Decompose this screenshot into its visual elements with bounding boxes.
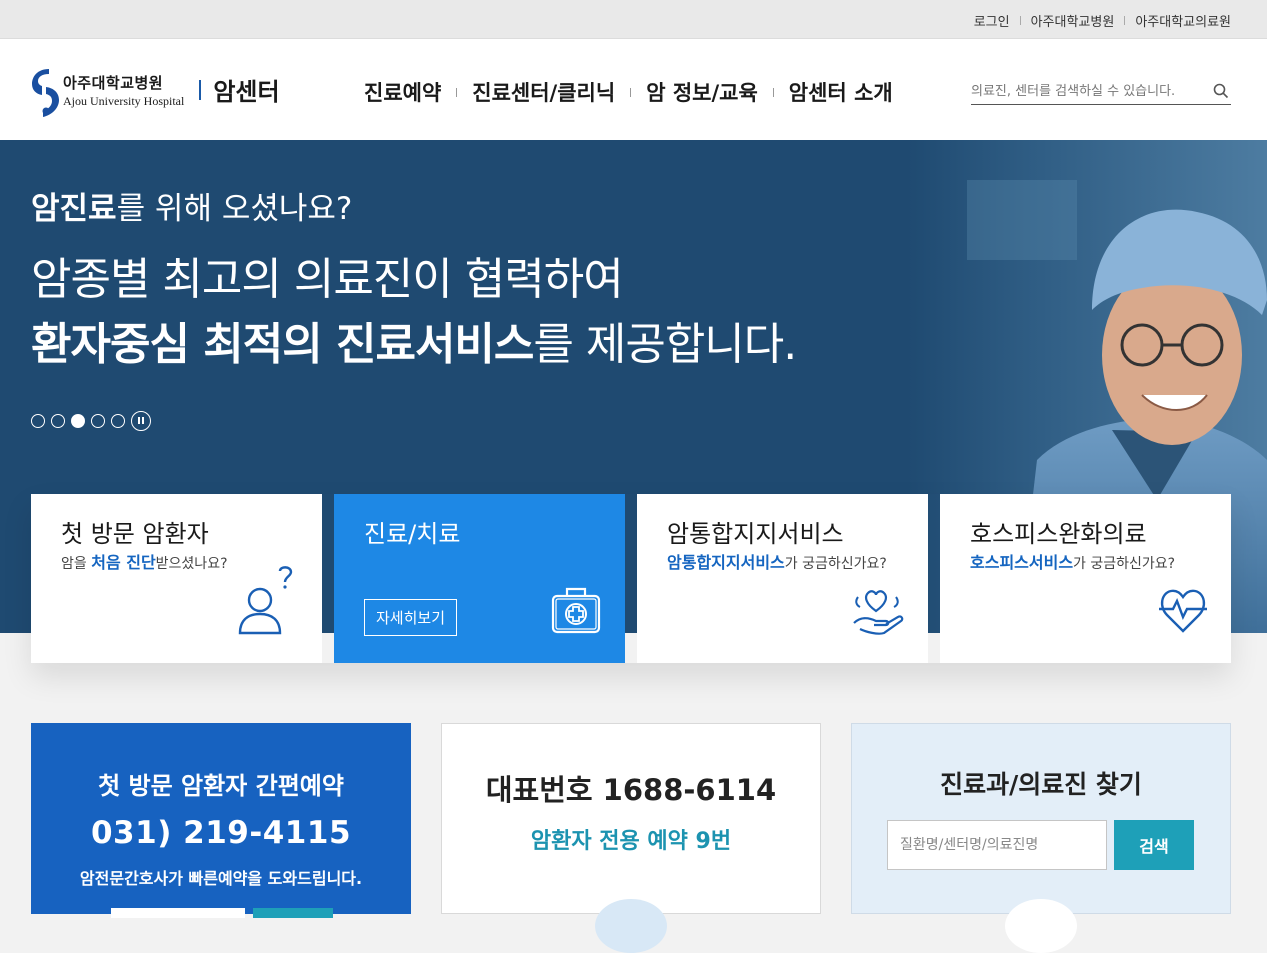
- quick-reservation-buttons: [111, 908, 341, 918]
- cancer-reservation-ext: 암환자 전용 예약 9번: [530, 829, 732, 854]
- card-subtitle: 암을 처음 진단받으셨나요?: [61, 553, 228, 572]
- login-link[interactable]: 로그인: [974, 11, 1010, 30]
- quick-reservation-button-1[interactable]: [111, 908, 245, 918]
- phone-circle-icon: [595, 899, 667, 953]
- nav-item-cancer-info[interactable]: 암 정보/교육: [646, 77, 758, 107]
- find-doctor-search-button[interactable]: 검색: [1114, 820, 1194, 870]
- slide-indicators: [31, 411, 151, 434]
- nav-item-reservation[interactable]: 진료예약: [364, 77, 441, 107]
- slide-dot-1[interactable]: [31, 414, 45, 428]
- site-logo[interactable]: 아주대학교병원 Ajou University Hospital 암센터: [31, 67, 280, 119]
- heart-hand-icon: [852, 589, 904, 639]
- hero-headline-line2: 환자중심 최적의 진료서비스를 제공합니다.: [31, 319, 797, 370]
- ajou-medical-center-link[interactable]: 아주대학교의료원: [1135, 11, 1231, 30]
- slide-dot-3[interactable]: [71, 414, 85, 428]
- quick-cards: 첫 방문 암환자 암을 처음 진단받으셨나요? 진료/치료 자세히보기 암통합지…: [31, 494, 1231, 663]
- card-subtitle: 호스피스서비스가 궁금하신가요?: [970, 553, 1176, 572]
- header-search: [971, 80, 1231, 105]
- utility-bar: 로그인 아주대학교병원 아주대학교의료원: [0, 0, 1267, 39]
- nav-item-about[interactable]: 암센터 소개: [789, 77, 893, 107]
- details-button[interactable]: 자세히보기: [364, 599, 458, 636]
- card-title: 암통합지지서비스: [667, 520, 844, 548]
- ajou-logo-icon: [31, 67, 61, 119]
- ajou-hospital-link[interactable]: 아주대학교병원: [1031, 11, 1115, 30]
- first-aid-kit-icon: [551, 585, 601, 639]
- main-nav: 진료예약 진료센터/클리닉 암 정보/교육 암센터 소개: [364, 77, 893, 107]
- card-treatment[interactable]: 진료/치료 자세히보기: [334, 494, 625, 663]
- quick-reservation-button-2[interactable]: [253, 908, 333, 918]
- heartbeat-icon: [1159, 587, 1207, 639]
- card-title: 첫 방문 암환자: [61, 520, 209, 548]
- slide-dot-2[interactable]: [51, 414, 65, 428]
- quick-reservation-title: 첫 방문 암환자 간편예약: [98, 772, 344, 800]
- card-title: 호스피스완화의료: [970, 520, 1147, 548]
- header-search-input[interactable]: [971, 82, 1201, 99]
- nav-item-centers-clinics[interactable]: 진료센터/클리닉: [472, 77, 615, 107]
- quick-reservation-note: 암전문간호사가 빠른예약을 도와드립니다.: [79, 869, 363, 888]
- search-icon[interactable]: [1213, 83, 1229, 99]
- utility-links: 로그인 아주대학교병원 아주대학교의료원: [974, 11, 1231, 30]
- site-header: 아주대학교병원 Ajou University Hospital 암센터 진료예…: [0, 39, 1267, 140]
- find-doctor-form: 검색: [887, 820, 1194, 870]
- quick-reservation-phone[interactable]: 031) 219-4115: [31, 815, 411, 851]
- card-integrated-support[interactable]: 암통합지지서비스 암통합지지서비스가 궁금하신가요?: [637, 494, 928, 663]
- hero-headline-line1: 암종별 최고의 의료진이 협력하여: [31, 254, 624, 305]
- pause-icon[interactable]: [131, 411, 151, 431]
- card-hospice[interactable]: 호스피스완화의료 호스피스서비스가 궁금하신가요?: [940, 494, 1231, 663]
- card-title: 진료/치료: [364, 520, 461, 548]
- slide-dot-4[interactable]: [91, 414, 105, 428]
- main-phone-title: 대표번호 1688-6114: [485, 773, 777, 807]
- find-doctor-title: 진료과/의료진 찾기: [940, 770, 1142, 799]
- find-doctor-input[interactable]: [887, 820, 1107, 870]
- card-first-visit[interactable]: 첫 방문 암환자 암을 처음 진단받으셨나요?: [31, 494, 322, 663]
- logo-cancer-center: 암센터: [213, 78, 280, 106]
- doctor-circle-icon: [1005, 899, 1077, 953]
- main-phone-box: 대표번호 1688-6114 암환자 전용 예약 9번: [441, 723, 821, 953]
- slide-dot-5[interactable]: [111, 414, 125, 428]
- person-question-icon: [238, 565, 298, 639]
- hero-question: 암진료를 위해 오셨나요?: [31, 191, 353, 227]
- logo-english-name: Ajou University Hospital: [63, 94, 185, 108]
- logo-divider: [199, 80, 202, 100]
- find-doctor-box: 진료과/의료진 찾기 검색: [851, 723, 1231, 953]
- card-subtitle: 암통합지지서비스가 궁금하신가요?: [667, 553, 887, 572]
- logo-korean-name: 아주대학교병원: [63, 74, 164, 92]
- quick-reservation-box: 첫 방문 암환자 간편예약 031) 219-4115 암전문간호사가 빠른예약…: [31, 723, 411, 918]
